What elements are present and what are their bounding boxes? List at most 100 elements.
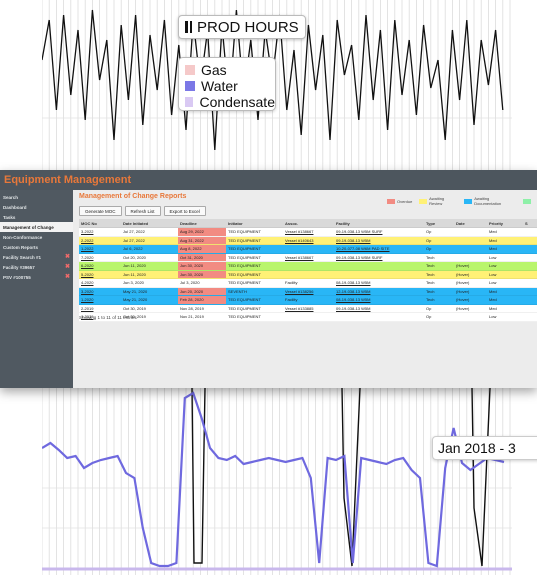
table-cell-assoc[interactable]: Vessel #133885 bbox=[283, 305, 334, 313]
table-cell-no[interactable]: 7-2020 bbox=[79, 254, 121, 262]
legend-item-condensate[interactable]: Condensate bbox=[185, 94, 275, 110]
table-cell-facility[interactable]: 08-19-038-13 W5M bbox=[334, 279, 424, 287]
table-cell-deadline: Jun 30, 2020 bbox=[178, 270, 226, 278]
table-cell-facility[interactable] bbox=[334, 262, 424, 270]
sidebar-item[interactable]: Dashboard bbox=[0, 202, 73, 212]
sidebar-item[interactable]: Tasks bbox=[0, 212, 73, 222]
refresh-list-button[interactable]: Refresh List bbox=[124, 206, 161, 216]
table-cell-facility[interactable]: 09-19-038-13 W5M bbox=[334, 237, 424, 245]
table-row[interactable]: 5-2020 Jun 11, 2020 Jun 30, 2020 TED EQUIPM… bbox=[79, 270, 537, 279]
status-legend-label: Awaiting Review bbox=[429, 196, 445, 206]
table-cell-assoc[interactable]: Facility bbox=[283, 279, 334, 287]
prod-hours-label[interactable]: PROD HOURS bbox=[178, 15, 306, 39]
table-cell-priority: Med bbox=[489, 229, 497, 235]
column-header[interactable]: Priority bbox=[487, 219, 523, 227]
sidebar-item[interactable]: Management of Change bbox=[0, 222, 73, 232]
table-cell-no[interactable]: 6-2020 bbox=[79, 262, 121, 270]
column-header[interactable]: Assoc. bbox=[283, 219, 334, 227]
table-cell-priority: Med bbox=[489, 246, 497, 252]
column-header[interactable]: Date bbox=[454, 219, 487, 227]
table-cell-priority: Med bbox=[489, 305, 497, 311]
table-row[interactable]: 3-2022 Jul 27, 2022 Aug 29, 2022 TED EQUIPM… bbox=[79, 228, 537, 237]
generate-moc-button[interactable]: Generate MOC bbox=[79, 206, 122, 216]
table-cell-no[interactable]: 2-2022 bbox=[79, 237, 121, 245]
table-row[interactable]: 6-2020 Jun 11, 2020 Jun 30, 2020 TED EQUIPM… bbox=[79, 262, 537, 271]
table-cell-facility[interactable]: 09-19-038-13 W5M SURF bbox=[334, 228, 424, 236]
table-cell-facility[interactable]: 09-19-038-13 W5M bbox=[334, 305, 424, 313]
table-cell-facility[interactable]: 08-19-038-13 W5M bbox=[334, 296, 424, 304]
column-header[interactable]: Date Initiated bbox=[121, 219, 178, 227]
table-row[interactable]: 1-2022 Jul 6, 2022 Aug 8, 2022 TED EQUIPMEN… bbox=[79, 245, 537, 254]
table-cell-assoc[interactable]: Vessel #138667 bbox=[283, 254, 334, 262]
table-row[interactable]: 4-2020 Jun 3, 2020 Jul 3, 2020 TED EQUIPMEN… bbox=[79, 279, 537, 288]
column-header[interactable]: Deadline bbox=[178, 219, 226, 227]
table-cell-deadline: Oct 31, 2020 bbox=[178, 253, 226, 261]
table-cell-facility[interactable]: 10-20-077-08 W6M PAD SITE bbox=[334, 245, 424, 253]
table-row[interactable]: 7-2020 Oct 20, 2020 Oct 31, 2020 TED EQUIPM… bbox=[79, 253, 537, 262]
table-cell-no[interactable]: 3-2022 bbox=[79, 228, 121, 236]
table-cell-no[interactable]: 2-2019 bbox=[79, 305, 121, 313]
column-header[interactable]: S bbox=[523, 219, 537, 227]
column-header[interactable]: Type bbox=[424, 219, 454, 227]
table-cell-no[interactable]: 5-2020 bbox=[79, 271, 121, 279]
table-cell-assoc[interactable]: Vessel #138256 bbox=[283, 288, 334, 296]
table-cell-initiated: Jun 11, 2020 bbox=[123, 271, 146, 277]
sidebar-item[interactable]: Search bbox=[0, 192, 73, 202]
sidebar-item-label: Search bbox=[3, 194, 19, 200]
column-header[interactable]: Facility bbox=[334, 219, 424, 227]
table-cell-facility[interactable] bbox=[334, 271, 424, 279]
sidebar-item[interactable]: Facility Search #1 ✖ bbox=[0, 252, 73, 262]
main-panel: Management of Change Reports Overdue Awai… bbox=[73, 190, 537, 388]
close-icon[interactable]: ✖ bbox=[65, 253, 70, 260]
table-cell-date: (Hover) bbox=[456, 271, 470, 277]
table-row[interactable]: 2-2022 Jul 27, 2022 Aug 31, 2022 TED EQUIPM… bbox=[79, 236, 537, 245]
sidebar-item-label: Management of Change bbox=[3, 224, 54, 230]
table-cell-deadline: Feb 28, 2020 bbox=[178, 296, 226, 304]
sidebar-item[interactable]: PSV #100755 ✖ bbox=[0, 272, 73, 282]
table-cell-assoc[interactable] bbox=[283, 262, 334, 270]
sidebar-item[interactable]: Non-Conformance bbox=[0, 232, 73, 242]
legend-label: Gas bbox=[201, 62, 227, 78]
export-excel-button[interactable]: Export to Excel bbox=[163, 206, 206, 216]
sidebar-item[interactable]: Facility #39657 ✖ bbox=[0, 262, 73, 272]
table-cell-initiated: May 21, 2020 bbox=[123, 288, 148, 294]
column-header[interactable]: MOC No bbox=[79, 219, 121, 227]
table-cell-no[interactable]: 1-2022 bbox=[79, 245, 121, 253]
table-cell-initiator: TED EQUIPMENT bbox=[228, 263, 261, 269]
status-legend-label: Awaiting Documentation bbox=[474, 196, 502, 206]
table-cell-no[interactable]: 4-2020 bbox=[79, 279, 121, 287]
status-swatch bbox=[387, 198, 395, 204]
close-icon[interactable]: ✖ bbox=[65, 263, 70, 270]
table-cell-assoc[interactable] bbox=[283, 313, 334, 321]
table-cell-deadline: Jul 3, 2020 bbox=[180, 280, 200, 286]
table-cell-date: (Hover) bbox=[456, 297, 470, 303]
table-cell-facility[interactable]: 09-19-038-13 W5M SURF bbox=[334, 254, 424, 262]
sidebar-item[interactable]: Custom Reports bbox=[0, 242, 73, 252]
app-title: Equipment Management bbox=[4, 174, 132, 186]
close-icon[interactable]: ✖ bbox=[65, 273, 70, 280]
table-cell-type: Tech bbox=[426, 280, 435, 286]
table-cell-assoc[interactable]: Vessel #140643 bbox=[283, 237, 334, 245]
table-cell-deadline: Jun 20, 2020 bbox=[178, 287, 226, 295]
table-cell-facility[interactable] bbox=[334, 313, 424, 321]
table-cell-no[interactable]: 3-2020 bbox=[79, 288, 121, 296]
sidebar-item-label: PSV #100755 bbox=[3, 274, 31, 280]
table-row[interactable]: 1-2019 Oct 30, 2019 Nov 21, 2019 TED EQUIPM… bbox=[79, 313, 537, 322]
table-cell-assoc[interactable]: Facility bbox=[283, 296, 334, 304]
table-cell-no[interactable]: 1-2020 bbox=[79, 296, 121, 304]
status-swatch bbox=[523, 198, 531, 204]
legend-item-gas[interactable]: Gas bbox=[185, 62, 275, 78]
table-cell-date: (Hover) bbox=[456, 263, 470, 269]
column-header[interactable]: Initiator bbox=[226, 219, 283, 227]
table-cell-assoc[interactable] bbox=[283, 271, 334, 279]
table-row[interactable]: 3-2020 May 21, 2020 Jun 20, 2020 SEVENTH Ves… bbox=[79, 287, 537, 296]
table-row[interactable]: 1-2020 May 21, 2020 Feb 28, 2020 TED EQUIPM… bbox=[79, 296, 537, 305]
table-cell-initiator: TED EQUIPMENT bbox=[228, 237, 261, 243]
table-cell-assoc[interactable] bbox=[283, 245, 334, 253]
table-row[interactable]: 2-2019 Oct 30, 2019 Nov 28, 2019 TED EQUIPM… bbox=[79, 304, 537, 313]
legend-item-water[interactable]: Water bbox=[185, 78, 275, 94]
table-cell-priority: Med bbox=[489, 297, 497, 303]
table-cell-type: Tech bbox=[426, 254, 435, 260]
table-cell-facility[interactable]: 12-19-038-13 W5M bbox=[334, 288, 424, 296]
table-cell-assoc[interactable]: Vessel #138667 bbox=[283, 228, 334, 236]
